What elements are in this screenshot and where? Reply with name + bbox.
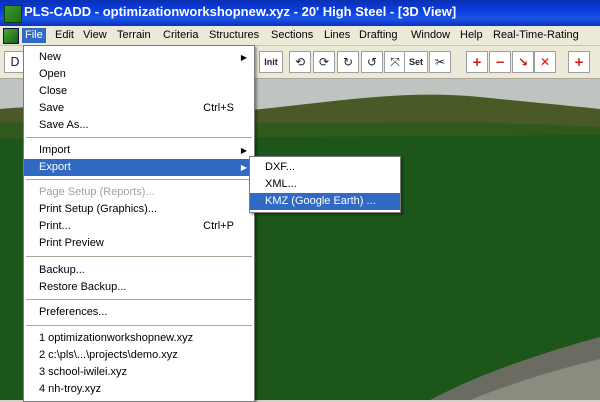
- menu-item-label: Import: [39, 144, 71, 156]
- menu-window[interactable]: Window: [408, 28, 453, 43]
- menu-criteria[interactable]: Criteria: [160, 28, 201, 43]
- menu-item-page-setup: Page Setup (Reports)...: [24, 184, 254, 201]
- menu-real-time-rating[interactable]: Real-Time-Rating: [490, 28, 582, 43]
- rotate-3-icon[interactable]: ↻: [337, 51, 359, 73]
- file-menu: New ▶ Open Close Save Ctrl+S Save As... …: [23, 45, 255, 402]
- zoom-extent-icon[interactable]: ⤧: [384, 51, 406, 73]
- pi-delete-icon[interactable]: −: [489, 51, 511, 73]
- menu-item-label: Page Setup (Reports)...: [39, 186, 155, 198]
- menu-item-label: 4 nh-troy.xyz: [39, 383, 102, 395]
- menu-item-recent-1[interactable]: 1 optimizationworkshopnew.xyz: [24, 330, 254, 347]
- menu-item-label: Save: [39, 102, 65, 114]
- menu-structures[interactable]: Structures: [206, 28, 262, 43]
- pi-remove-icon[interactable]: ✕: [534, 51, 556, 73]
- submenu-item-xml[interactable]: XML...: [250, 176, 400, 193]
- menu-item-label: Backup...: [39, 264, 85, 276]
- menu-item-save-as[interactable]: Save As...: [24, 117, 254, 134]
- submenu-arrow-icon: ▶: [240, 146, 247, 155]
- menu-item-recent-3[interactable]: 3 school-iwilei.xyz: [24, 364, 254, 381]
- export-submenu: DXF... XML... KMZ (Google Earth) ...: [249, 156, 401, 213]
- menu-item-save[interactable]: Save Ctrl+S: [24, 100, 254, 117]
- menu-item-shortcut: Ctrl+P: [203, 220, 234, 232]
- menu-item-label: New: [39, 51, 62, 63]
- menu-item-preferences[interactable]: Preferences...: [24, 304, 254, 321]
- document-icon[interactable]: [3, 28, 19, 44]
- menu-item-print[interactable]: Print... Ctrl+P: [24, 218, 254, 235]
- submenu-arrow-icon: ▶: [240, 53, 247, 62]
- menu-item-label: Print Preview: [39, 237, 104, 249]
- menu-sections[interactable]: Sections: [268, 28, 316, 43]
- menu-item-open[interactable]: Open: [24, 66, 254, 83]
- submenu-arrow-icon: ▶: [240, 163, 247, 172]
- menu-item-print-preview[interactable]: Print Preview: [24, 235, 254, 252]
- cut-icon[interactable]: ✂: [429, 51, 451, 73]
- menu-item-label: 3 school-iwilei.xyz: [39, 366, 128, 378]
- menu-separator: [26, 256, 252, 257]
- menu-item-export[interactable]: Export ▶: [24, 159, 254, 176]
- menu-item-label: KMZ (Google Earth) ...: [265, 195, 376, 207]
- menu-view[interactable]: View: [80, 28, 110, 43]
- menu-item-label: DXF...: [265, 161, 295, 173]
- menu-item-label: Open: [39, 68, 66, 80]
- app-icon[interactable]: [4, 5, 22, 23]
- init-button[interactable]: Init: [259, 51, 283, 73]
- rotate-2-icon[interactable]: ⟳: [313, 51, 335, 73]
- menu-item-label: Preferences...: [39, 306, 108, 318]
- submenu-item-kmz[interactable]: KMZ (Google Earth) ...: [250, 193, 400, 210]
- menu-help[interactable]: Help: [457, 28, 486, 43]
- rotate-4-icon[interactable]: ↺: [361, 51, 383, 73]
- add-structure-icon[interactable]: +: [568, 51, 590, 73]
- pi-move-icon[interactable]: ↘: [512, 51, 534, 73]
- menu-item-import[interactable]: Import ▶: [24, 142, 254, 159]
- menu-file[interactable]: File: [22, 28, 46, 43]
- set-button[interactable]: Set: [404, 51, 428, 73]
- menu-terrain[interactable]: Terrain: [114, 28, 154, 43]
- menu-item-label: XML...: [265, 178, 297, 190]
- menu-item-shortcut: Ctrl+S: [203, 102, 234, 114]
- menu-item-recent-2[interactable]: 2 c:\pls\...\projects\demo.xyz: [24, 347, 254, 364]
- menu-separator: [26, 325, 252, 326]
- menu-edit[interactable]: Edit: [52, 28, 77, 43]
- menu-item-label: 2 c:\pls\...\projects\demo.xyz: [39, 349, 178, 361]
- menu-separator: [26, 179, 252, 180]
- menu-item-restore-backup[interactable]: Restore Backup...: [24, 279, 254, 296]
- menu-separator: [26, 299, 252, 300]
- menu-item-backup[interactable]: Backup...: [24, 262, 254, 279]
- menu-item-label: Print...: [39, 220, 71, 232]
- menu-separator: [26, 137, 252, 138]
- menu-item-recent-4[interactable]: 4 nh-troy.xyz: [24, 381, 254, 398]
- menu-drafting[interactable]: Drafting: [356, 28, 401, 43]
- menu-item-label: Save As...: [39, 119, 89, 131]
- menu-item-label: Print Setup (Graphics)...: [39, 203, 157, 215]
- menu-item-label: Close: [39, 85, 68, 97]
- menu-item-close[interactable]: Close: [24, 83, 254, 100]
- menu-lines[interactable]: Lines: [321, 28, 353, 43]
- menu-item-label: 1 optimizationworkshopnew.xyz: [39, 332, 194, 344]
- submenu-item-dxf[interactable]: DXF...: [250, 159, 400, 176]
- menu-item-print-setup[interactable]: Print Setup (Graphics)...: [24, 201, 254, 218]
- menu-item-new[interactable]: New ▶: [24, 49, 254, 66]
- pi-add-icon[interactable]: +: [466, 51, 488, 73]
- menu-item-label: Restore Backup...: [39, 281, 127, 293]
- menu-item-label: Export: [39, 161, 71, 173]
- title-bar: PLS-CADD - optimizationworkshopnew.xyz -…: [0, 0, 600, 26]
- window-title: PLS-CADD - optimizationworkshopnew.xyz -…: [24, 4, 457, 19]
- rotate-1-icon[interactable]: ⟲: [289, 51, 311, 73]
- menu-bar: File Edit View Terrain Criteria Structur…: [0, 26, 600, 46]
